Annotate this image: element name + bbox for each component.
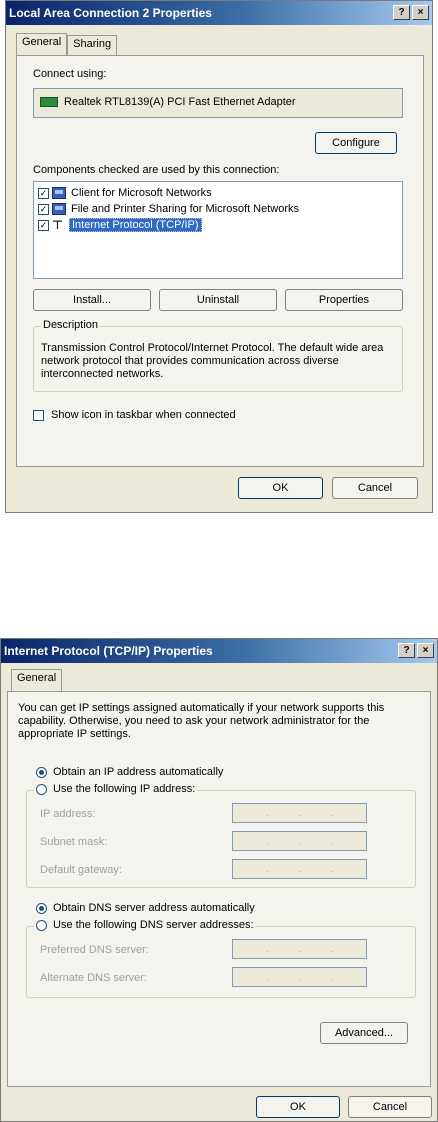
- octet-separator: .: [298, 836, 301, 846]
- alternate-dns-label: Alternate DNS server:: [40, 972, 147, 984]
- title-bar[interactable]: Local Area Connection 2 Properties ? ×: [6, 1, 432, 25]
- tab-sharing[interactable]: Sharing: [67, 35, 118, 55]
- uninstall-button[interactable]: Uninstall: [159, 289, 277, 311]
- network-adapter-icon: [40, 97, 58, 108]
- subnet-mask-input[interactable]: ...: [232, 831, 367, 851]
- network-client-icon: [52, 187, 66, 199]
- octet-separator: .: [298, 944, 301, 954]
- adapter-field: Realtek RTL8139(A) PCI Fast Ethernet Ada…: [33, 88, 403, 118]
- use-following-ip-radio[interactable]: [36, 783, 47, 795]
- description-text: Transmission Control Protocol/Internet P…: [41, 342, 384, 380]
- obtain-dns-auto-radio[interactable]: [36, 902, 47, 914]
- show-icon-option[interactable]: Show icon in taskbar when connected: [33, 409, 236, 421]
- list-item-tcpip[interactable]: ✓ ⊤ Internet Protocol (TCP/IP): [38, 217, 202, 233]
- checkbox-file-printer-sharing[interactable]: ✓: [38, 203, 49, 215]
- obtain-dns-auto-label: Obtain DNS server address automatically: [53, 902, 255, 914]
- octet-separator: .: [265, 972, 269, 982]
- protocol-icon: ⊤: [52, 218, 63, 232]
- octet-separator: .: [298, 808, 301, 818]
- obtain-ip-auto-label: Obtain an IP address automatically: [53, 766, 224, 778]
- octet-separator: .: [265, 944, 269, 954]
- octet-separator: .: [265, 864, 269, 874]
- tab-general[interactable]: General: [11, 669, 63, 691]
- obtain-ip-auto-radio[interactable]: [36, 766, 47, 778]
- use-following-dns-option[interactable]: Use the following DNS server addresses:: [34, 919, 256, 931]
- octet-separator: .: [265, 808, 269, 818]
- help-button[interactable]: ?: [393, 5, 410, 20]
- octet-separator: .: [265, 836, 269, 846]
- tab-general[interactable]: General: [16, 33, 68, 55]
- ip-address-input[interactable]: ...: [232, 803, 367, 823]
- close-button[interactable]: ×: [417, 643, 434, 658]
- octet-separator: .: [298, 972, 301, 982]
- tcpip-properties-dialog: Internet Protocol (TCP/IP) Properties ? …: [0, 638, 438, 1122]
- obtain-ip-auto-option[interactable]: Obtain an IP address automatically: [36, 766, 223, 778]
- show-icon-checkbox[interactable]: [33, 409, 44, 421]
- show-icon-label: Show icon in taskbar when connected: [51, 409, 236, 421]
- adapter-name: Realtek RTL8139(A) PCI Fast Ethernet Ada…: [64, 96, 296, 108]
- use-following-dns-label: Use the following DNS server addresses:: [53, 919, 254, 931]
- dialog-title: Internet Protocol (TCP/IP) Properties: [4, 644, 213, 658]
- general-panel: You can get IP settings assigned automat…: [7, 691, 431, 1087]
- cancel-button[interactable]: Cancel: [332, 477, 418, 499]
- component-label: Internet Protocol (TCP/IP): [69, 218, 202, 232]
- close-button[interactable]: ×: [412, 5, 429, 20]
- file-printer-sharing-icon: [52, 203, 66, 215]
- intro-text: You can get IP settings assigned automat…: [18, 702, 385, 740]
- default-gateway-input[interactable]: ...: [232, 859, 367, 879]
- properties-button[interactable]: Properties: [285, 289, 403, 311]
- component-label: Client for Microsoft Networks: [71, 187, 212, 199]
- general-panel: Connect using: Realtek RTL8139(A) PCI Fa…: [16, 55, 424, 467]
- use-following-ip-option[interactable]: Use the following IP address:: [34, 783, 198, 795]
- use-following-ip-label: Use the following IP address:: [53, 783, 196, 795]
- components-list[interactable]: ✓ Client for Microsoft Networks ✓ File a…: [33, 181, 403, 279]
- components-label: Components checked are used by this conn…: [33, 164, 280, 176]
- static-dns-group: [26, 926, 416, 998]
- ok-button[interactable]: OK: [256, 1096, 340, 1118]
- install-button[interactable]: Install...: [33, 289, 151, 311]
- obtain-dns-auto-option[interactable]: Obtain DNS server address automatically: [36, 902, 255, 914]
- list-item-file-printer-sharing[interactable]: ✓ File and Printer Sharing for Microsoft…: [38, 201, 301, 217]
- use-following-dns-radio[interactable]: [36, 919, 47, 931]
- ok-button[interactable]: OK: [238, 477, 323, 499]
- local-area-connection-dialog: Local Area Connection 2 Properties ? × G…: [5, 0, 433, 513]
- component-label: File and Printer Sharing for Microsoft N…: [71, 203, 300, 215]
- preferred-dns-label: Preferred DNS server:: [40, 944, 149, 956]
- advanced-button[interactable]: Advanced...: [320, 1022, 408, 1044]
- octet-separator: .: [330, 864, 334, 874]
- dialog-title: Local Area Connection 2 Properties: [9, 6, 212, 20]
- configure-button[interactable]: Configure: [315, 132, 397, 154]
- cancel-button[interactable]: Cancel: [348, 1096, 432, 1118]
- octet-separator: .: [330, 944, 334, 954]
- connect-using-label: Connect using:: [33, 68, 107, 80]
- alternate-dns-input[interactable]: ...: [232, 967, 367, 987]
- octet-separator: .: [330, 808, 334, 818]
- octet-separator: .: [330, 972, 334, 982]
- octet-separator: .: [298, 864, 301, 874]
- subnet-mask-label: Subnet mask:: [40, 836, 108, 848]
- description-legend: Description: [41, 319, 101, 331]
- default-gateway-label: Default gateway:: [40, 864, 122, 876]
- list-item-client[interactable]: ✓ Client for Microsoft Networks: [38, 185, 214, 201]
- help-button[interactable]: ?: [398, 643, 415, 658]
- title-bar[interactable]: Internet Protocol (TCP/IP) Properties ? …: [1, 639, 437, 663]
- octet-separator: .: [330, 836, 334, 846]
- checkbox-client[interactable]: ✓: [38, 187, 49, 199]
- ip-address-label: IP address:: [40, 808, 96, 820]
- checkbox-tcpip[interactable]: ✓: [38, 219, 49, 231]
- preferred-dns-input[interactable]: ...: [232, 939, 367, 959]
